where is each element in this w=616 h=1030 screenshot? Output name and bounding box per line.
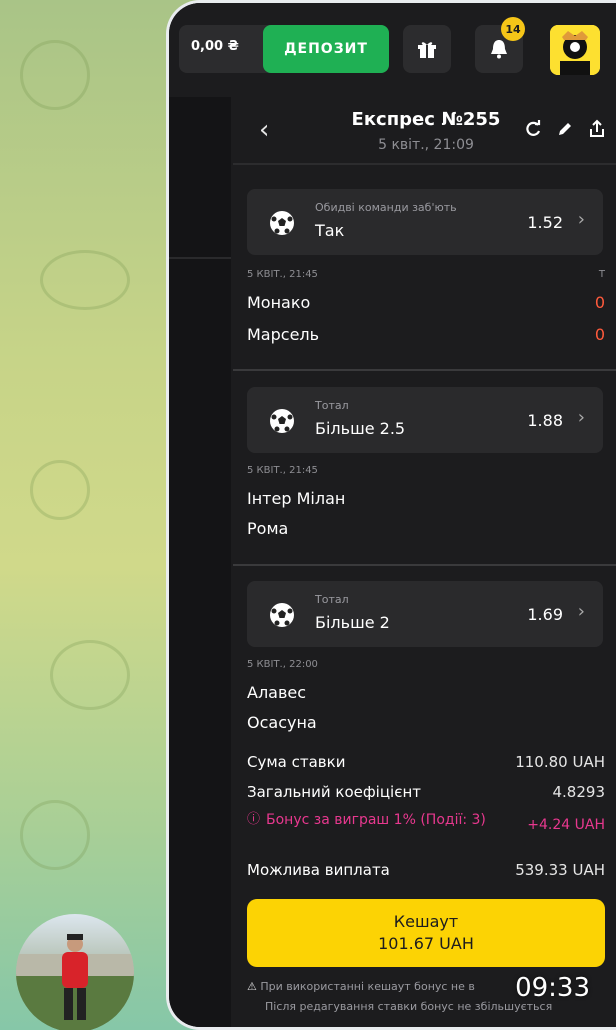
divider: [233, 564, 616, 566]
avatar[interactable]: [550, 25, 600, 75]
divider: [169, 257, 231, 259]
soccer-ball-icon: [270, 603, 294, 627]
deposit-button[interactable]: ДЕПОЗИТ: [263, 25, 389, 73]
coefficient-value: 4.8293: [552, 783, 606, 801]
background-doodle: [30, 460, 90, 520]
team-away: Осасуна: [247, 713, 317, 732]
left-background-strip: [169, 97, 231, 1027]
bet-date: 5 квіт., 21:09: [378, 137, 474, 153]
bonus-label: Бонус за виграш 1% (Події: 3): [266, 812, 486, 828]
stake-value: 110.80 UAH: [515, 753, 605, 771]
person-photo: [16, 934, 134, 1030]
cashout-note: ⚠ При використанні кешаут бонус не в Піс…: [247, 977, 552, 1017]
background-doodle: [40, 250, 130, 310]
bell-icon: [491, 40, 507, 59]
team-home: Монако: [247, 293, 311, 312]
info-icon[interactable]: ⓘ: [247, 811, 260, 833]
odds-value: 1.88: [527, 411, 563, 430]
bonus-text: ⓘ Бонус за виграш 1% (Події: 3): [247, 811, 487, 833]
score-away: 0: [594, 325, 605, 344]
phone-screen: 0,00 ₴ ДЕПОЗИТ 14 ‹ Експрес №255 5 квіт.…: [166, 0, 616, 1030]
team-away: Рома: [247, 519, 289, 538]
soccer-ball-icon: [270, 409, 294, 433]
payout-row: Можлива виплата 539.33 UAH: [247, 861, 605, 879]
team-home: Алавес: [247, 683, 307, 702]
stake-label: Сума ставки: [247, 753, 346, 771]
outcome-name: Більше 2.5: [315, 419, 406, 438]
share-icon[interactable]: [587, 119, 607, 139]
chevron-right-icon: ›: [577, 209, 585, 230]
cashout-button[interactable]: Кешаут 101.67 UAH: [247, 899, 605, 967]
background-doodle: [20, 800, 90, 870]
outcome-name: Більше 2: [315, 613, 390, 632]
event-datetime: 5 КВІТ., 21:45: [247, 269, 318, 280]
market-name: Обидві команди заб'ють: [315, 201, 457, 214]
bet-selection-card[interactable]: Тотал Більше 2.5 1.88 ›: [247, 387, 603, 453]
notifications-button[interactable]: 14: [475, 17, 525, 73]
cashout-value: 101.67 UAH: [378, 934, 474, 953]
warning-icon: ⚠: [247, 980, 257, 993]
outcome-name: Так: [315, 221, 345, 240]
edit-icon[interactable]: [555, 119, 575, 139]
cashout-label: Кешаут: [393, 912, 459, 931]
score-home: 0: [594, 293, 605, 312]
odds-value: 1.52: [527, 213, 563, 232]
divider: [233, 369, 616, 371]
top-bar: 0,00 ₴ ДЕПОЗИТ 14: [169, 3, 616, 97]
background-doodle: [50, 640, 130, 710]
avatar-image: [550, 25, 600, 75]
refresh-icon[interactable]: [523, 119, 543, 139]
payout-value: 539.33 UAH: [515, 861, 605, 879]
note-line-2: Після редагування ставки бонус не збільш…: [265, 1000, 553, 1013]
score-column-header: Т: [598, 269, 605, 280]
team-home: Інтер Мілан: [247, 489, 346, 508]
background-doodle: [20, 40, 90, 110]
gift-button[interactable]: [403, 25, 451, 73]
bet-selection-card[interactable]: Обидві команди заб'ють Так 1.52 ›: [247, 189, 603, 255]
coefficient-row: Загальний коефіцієнт 4.8293: [247, 783, 605, 801]
market-name: Тотал: [315, 399, 349, 412]
video-timestamp: 09:33: [515, 973, 590, 1003]
market-name: Тотал: [315, 593, 349, 606]
team-away: Марсель: [247, 325, 320, 344]
notification-badge: 14: [501, 17, 525, 41]
panel-header: ‹ Експрес №255 5 квіт., 21:09: [233, 97, 616, 165]
header-actions: [523, 119, 607, 139]
bet-selection-card[interactable]: Тотал Більше 2 1.69 ›: [247, 581, 603, 647]
balance-amount: 0,00 ₴: [191, 39, 239, 54]
note-line-1: При використанні кешаут бонус не в: [260, 980, 475, 993]
bet-details-panel: ‹ Експрес №255 5 квіт., 21:09 Обидві ком…: [233, 97, 616, 1027]
gift-icon: [418, 42, 436, 58]
payout-label: Можлива виплата: [247, 861, 390, 879]
bonus-row: ⓘ Бонус за виграш 1% (Події: 3) +4.24 UA…: [247, 811, 605, 833]
chevron-right-icon: ›: [577, 407, 585, 428]
chevron-right-icon: ›: [577, 601, 585, 622]
profile-photo[interactable]: [16, 914, 134, 1030]
stake-row: Сума ставки 110.80 UAH: [247, 753, 605, 771]
soccer-ball-icon: [270, 211, 294, 235]
event-datetime: 5 КВІТ., 22:00: [247, 659, 318, 670]
balance-pill[interactable]: 0,00 ₴ ДЕПОЗИТ: [179, 25, 389, 73]
coefficient-label: Загальний коефіцієнт: [247, 783, 421, 801]
odds-value: 1.69: [527, 605, 563, 624]
event-datetime: 5 КВІТ., 21:45: [247, 465, 318, 476]
bonus-value: +4.24 UAH: [527, 817, 605, 833]
